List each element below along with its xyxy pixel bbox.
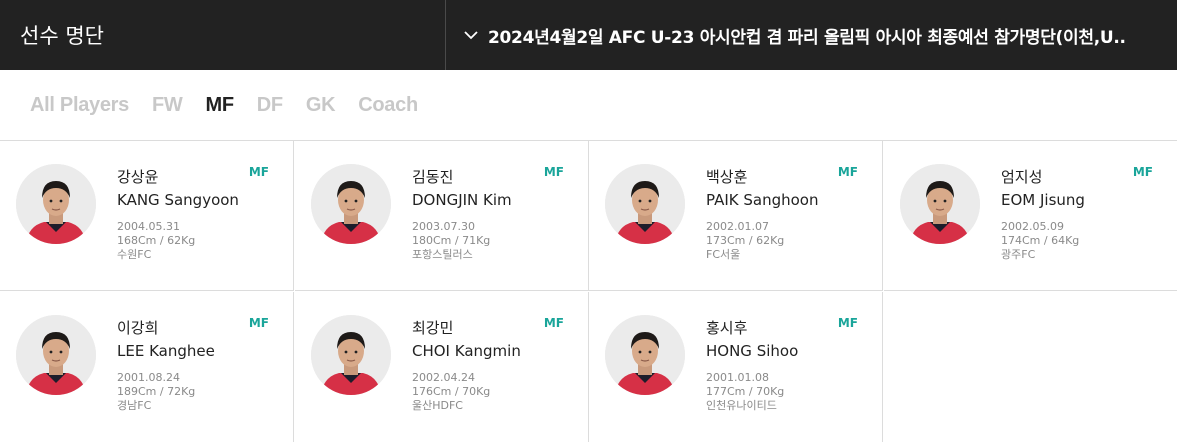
player-name-english: PAIK Sanghoon [706, 191, 819, 209]
player-club: 인천유나이티드 [706, 399, 777, 412]
player-club: 울산HDFC [412, 399, 463, 412]
player-height-weight: 189Cm / 72Kg [117, 385, 196, 398]
player-name-korean: 백상훈 [706, 168, 748, 186]
player-photo [311, 315, 391, 395]
player-name-english: EOM Jisung [1001, 191, 1085, 209]
player-name-english: LEE Kanghee [117, 342, 215, 360]
player-name-english: HONG Sihoo [706, 342, 799, 360]
player-grid: 강상윤 KANG Sangyoon 2004.05.31 168Cm / 62K… [0, 141, 1177, 442]
roster-select[interactable]: 2024년4월2일 AFC U-23 아시안컵 겸 파리 올림픽 아시아 최종예… [446, 0, 1177, 70]
player-club: 수원FC [117, 248, 152, 261]
position-tabs: All Players FW MF DF GK Coach [0, 70, 1177, 141]
tab-gk[interactable]: GK [306, 94, 336, 117]
position-badge: MF [248, 165, 269, 179]
player-photo [900, 164, 980, 244]
player-photo [605, 315, 685, 395]
player-card[interactable]: 홍시후 HONG Sihoo 2001.01.08 177Cm / 70Kg 인… [589, 292, 883, 442]
player-photo [16, 315, 96, 395]
player-birthdate: 2003.07.30 [412, 220, 475, 233]
tab-mf[interactable]: MF [206, 94, 235, 117]
player-photo [311, 164, 391, 244]
player-height-weight: 173Cm / 62Kg [706, 234, 785, 247]
player-birthdate: 2001.08.24 [117, 371, 180, 384]
position-badge: MF [543, 316, 564, 330]
position-badge: MF [248, 316, 269, 330]
position-badge: MF [837, 165, 858, 179]
player-name-korean: 이강희 [117, 319, 159, 337]
roster-select-value: 2024년4월2일 AFC U-23 아시안컵 겸 파리 올림픽 아시아 최종예… [488, 27, 1126, 48]
player-card[interactable]: 이강희 LEE Kanghee 2001.08.24 189Cm / 72Kg … [0, 292, 294, 442]
player-photo [605, 164, 685, 244]
player-card[interactable]: 김동진 DONGJIN Kim 2003.07.30 180Cm / 71Kg … [295, 141, 589, 291]
top-bar: 선수 명단 2024년4월2일 AFC U-23 아시안컵 겸 파리 올림픽 아… [0, 0, 1177, 70]
player-birthdate: 2001.01.08 [706, 371, 769, 384]
page-title: 선수 명단 [0, 0, 446, 70]
player-name-korean: 김동진 [412, 168, 454, 186]
player-height-weight: 176Cm / 70Kg [412, 385, 491, 398]
tab-all-players[interactable]: All Players [30, 94, 129, 117]
player-name-korean: 최강민 [412, 319, 454, 337]
player-name-korean: 엄지성 [1001, 168, 1043, 186]
player-name-english: CHOI Kangmin [412, 342, 521, 360]
player-card[interactable]: 최강민 CHOI Kangmin 2002.04.24 176Cm / 70Kg… [295, 292, 589, 442]
player-name-korean: 홍시후 [706, 319, 748, 337]
player-height-weight: 168Cm / 62Kg [117, 234, 196, 247]
player-name-english: KANG Sangyoon [117, 191, 239, 209]
tab-coach[interactable]: Coach [358, 94, 418, 117]
player-photo [16, 164, 96, 244]
position-badge: MF [1132, 165, 1153, 179]
player-birthdate: 2002.01.07 [706, 220, 769, 233]
position-badge: MF [837, 316, 858, 330]
player-name-korean: 강상윤 [117, 168, 159, 186]
tab-df[interactable]: DF [257, 94, 283, 117]
player-club: 포항스틸러스 [412, 248, 473, 261]
player-name-english: DONGJIN Kim [412, 191, 512, 209]
player-birthdate: 2002.05.09 [1001, 220, 1064, 233]
player-club: 광주FC [1001, 248, 1036, 261]
tab-fw[interactable]: FW [152, 94, 183, 117]
player-club: FC서울 [706, 248, 741, 261]
player-height-weight: 180Cm / 71Kg [412, 234, 491, 247]
player-card[interactable]: 백상훈 PAIK Sanghoon 2002.01.07 173Cm / 62K… [589, 141, 883, 291]
player-birthdate: 2004.05.31 [117, 220, 180, 233]
chevron-down-icon [464, 31, 478, 40]
position-badge: MF [543, 165, 564, 179]
player-height-weight: 174Cm / 64Kg [1001, 234, 1080, 247]
player-height-weight: 177Cm / 70Kg [706, 385, 785, 398]
player-card[interactable]: 엄지성 EOM Jisung 2002.05.09 174Cm / 64Kg 광… [884, 141, 1177, 291]
player-club: 경남FC [117, 399, 152, 412]
player-birthdate: 2002.04.24 [412, 371, 475, 384]
player-card[interactable]: 강상윤 KANG Sangyoon 2004.05.31 168Cm / 62K… [0, 141, 294, 291]
